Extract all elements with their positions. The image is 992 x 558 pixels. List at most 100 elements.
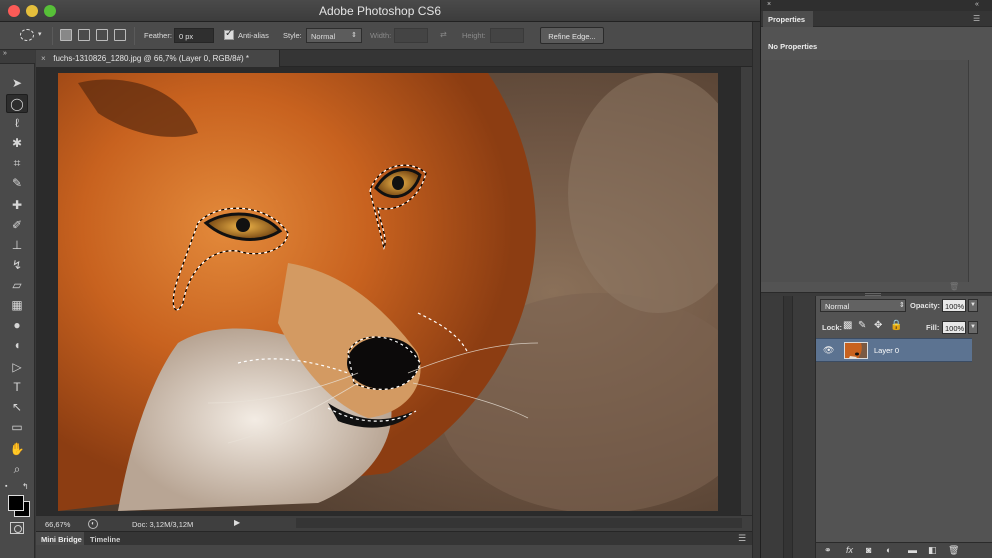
- layers-panel-footer: ⚭ fx ◙ ◐ ▬ ◧ 🗑: [816, 542, 992, 558]
- title-bar: Adobe Photoshop CS6: [0, 0, 760, 22]
- delete-layer-icon[interactable]: 🗑: [948, 545, 959, 556]
- fill-input[interactable]: 100%: [942, 321, 966, 334]
- hand-tool-icon[interactable]: ✋: [6, 440, 28, 459]
- lock-all-icon[interactable]: 🔒: [890, 320, 902, 331]
- collapse-panel-icon[interactable]: «: [975, 1, 979, 8]
- layer-visibility-eye-icon[interactable]: 👁: [823, 345, 834, 356]
- right-panel-dock: × « Properties ☰ No Properties 🗑 Normal …: [760, 0, 992, 558]
- tool-preset-dropdown-icon[interactable]: ▾: [38, 30, 42, 38]
- eyedropper-tool-icon[interactable]: ✎: [6, 174, 28, 193]
- elliptical-marquee-icon[interactable]: [20, 29, 34, 41]
- width-input[interactable]: [394, 28, 428, 43]
- lock-position-icon[interactable]: ✥: [874, 320, 882, 331]
- properties-panel-header: × «: [761, 0, 992, 11]
- toolbox-collapse-icon[interactable]: »: [0, 50, 35, 64]
- tab-properties[interactable]: Properties: [763, 11, 813, 27]
- blur-tool-icon[interactable]: ●: [6, 316, 28, 335]
- layer-thumbnail: [844, 342, 868, 359]
- move-tool-icon[interactable]: ➤: [6, 74, 28, 93]
- layer-name: Layer 0: [874, 346, 900, 355]
- photoshop-window: Adobe Photoshop CS6 ▾ Feather: 0 px Anti…: [0, 0, 992, 558]
- close-document-icon[interactable]: ×: [41, 54, 51, 63]
- height-input[interactable]: [490, 28, 524, 43]
- crop-tool-icon[interactable]: ⌗: [6, 154, 28, 173]
- no-properties-text: No Properties: [768, 42, 818, 51]
- horizontal-scrollbar[interactable]: [296, 518, 742, 528]
- document-tab-bar: × fuchs-1310826_1280.jpg @ 66,7% (Layer …: [36, 50, 760, 67]
- tab-timeline[interactable]: Timeline: [90, 535, 120, 544]
- lock-transparent-pixels-icon[interactable]: ▩: [843, 320, 852, 331]
- canvas-area[interactable]: [36, 67, 740, 515]
- foreground-color-swatch[interactable]: [8, 495, 24, 511]
- quick-mask-icon[interactable]: [10, 522, 24, 534]
- properties-tab-bar: Properties ☰: [761, 11, 992, 27]
- type-tool-icon[interactable]: T: [6, 378, 28, 397]
- quick-selection-tool-icon[interactable]: ✱: [6, 134, 28, 153]
- subtract-from-selection-icon[interactable]: [96, 29, 108, 41]
- fill-label: Fill:: [926, 323, 940, 332]
- new-layer-icon[interactable]: ◧: [928, 545, 937, 556]
- gradient-tool-icon[interactable]: ▦: [6, 296, 28, 315]
- lock-image-pixels-icon[interactable]: ✎: [858, 320, 866, 331]
- intersect-selection-icon[interactable]: [114, 29, 126, 41]
- new-group-icon[interactable]: ▬: [908, 545, 917, 555]
- properties-content: [761, 60, 969, 282]
- document-size-info: Doc: 3,12M/3,12M: [132, 520, 194, 529]
- bottom-panel-body: [36, 545, 760, 558]
- add-to-selection-icon[interactable]: [78, 29, 90, 41]
- zoom-level[interactable]: 66,67%: [45, 520, 70, 529]
- rectangle-tool-icon[interactable]: ▭: [6, 418, 28, 437]
- eraser-tool-icon[interactable]: ▱: [6, 276, 28, 295]
- style-label: Style:: [283, 31, 302, 40]
- width-label: Width:: [370, 31, 392, 40]
- path-selection-tool-icon[interactable]: ↖: [6, 398, 28, 417]
- blend-mode-select[interactable]: Normal ⇕: [820, 299, 906, 312]
- dodge-tool-icon[interactable]: ◖: [6, 336, 28, 355]
- opacity-dropdown-icon[interactable]: ▼: [968, 299, 978, 312]
- blend-mode-value: Normal: [825, 302, 850, 311]
- swap-width-height-icon[interactable]: ⇄: [440, 30, 447, 39]
- panel-dock-column: [752, 22, 760, 558]
- feather-input[interactable]: 0 px: [174, 28, 214, 43]
- lasso-tool-icon[interactable]: ℓ: [6, 114, 28, 133]
- height-label: Height:: [462, 31, 486, 40]
- layer-row[interactable]: 👁 Layer 0: [816, 338, 972, 362]
- clone-stamp-tool-icon[interactable]: ⊥: [6, 236, 28, 255]
- document-tab[interactable]: × fuchs-1310826_1280.jpg @ 66,7% (Layer …: [36, 50, 280, 67]
- anti-alias-checkbox[interactable]: [224, 28, 234, 40]
- select-arrows-icon: ⇕: [899, 302, 905, 309]
- anti-alias-label: Anti-alias: [238, 31, 269, 40]
- layer-style-fx-icon[interactable]: fx: [846, 545, 853, 555]
- refine-edge-button[interactable]: Refine Edge...: [540, 27, 604, 44]
- panel-menu-icon[interactable]: ☰: [973, 14, 980, 23]
- default-colors-icon[interactable]: ▪: [5, 483, 7, 490]
- fox-photo-canvas[interactable]: [58, 73, 718, 511]
- adjustment-layer-icon[interactable]: ◐: [886, 545, 891, 555]
- add-mask-icon[interactable]: ◙: [866, 545, 871, 555]
- lock-label: Lock:: [822, 323, 843, 332]
- options-divider: [134, 27, 135, 45]
- options-divider: [52, 27, 53, 45]
- swap-colors-icon[interactable]: ↰: [22, 482, 29, 491]
- spot-healing-brush-icon[interactable]: ✚: [6, 196, 28, 215]
- elliptical-marquee-tool-icon[interactable]: ◯: [6, 94, 28, 113]
- document-status-icon[interactable]: ◐: [88, 519, 98, 529]
- style-select[interactable]: Normal ⇕: [306, 28, 362, 43]
- vertical-scrollbar[interactable]: [740, 67, 752, 515]
- trash-icon: 🗑: [949, 282, 960, 291]
- panel-menu-icon[interactable]: ☰: [738, 533, 746, 544]
- new-selection-icon[interactable]: [60, 29, 72, 41]
- opacity-input[interactable]: 100%: [942, 299, 966, 312]
- document-title: fuchs-1310826_1280.jpg @ 66,7% (Layer 0,…: [53, 54, 250, 63]
- fill-dropdown-icon[interactable]: ▼: [968, 321, 978, 334]
- close-panel-icon[interactable]: ×: [767, 1, 771, 8]
- zoom-tool-icon[interactable]: ⌕: [6, 460, 28, 479]
- toolbox: » ➤ ◯ ℓ ✱ ⌗ ✎ ✚ ✐ ⊥ ↯ ▱ ▦ ● ◖ ▷ T ↖ ▭ ✋ …: [0, 50, 35, 558]
- brush-tool-icon[interactable]: ✐: [6, 216, 28, 235]
- tab-mini-bridge[interactable]: Mini Bridge: [36, 532, 84, 546]
- pen-tool-icon[interactable]: ▷: [6, 358, 28, 377]
- status-menu-arrow-icon[interactable]: ▶: [234, 518, 240, 527]
- bottom-panel-tabs: Mini Bridge Timeline ☰: [36, 531, 760, 546]
- link-layers-icon[interactable]: ⚭: [824, 545, 832, 556]
- history-brush-tool-icon[interactable]: ↯: [6, 256, 28, 275]
